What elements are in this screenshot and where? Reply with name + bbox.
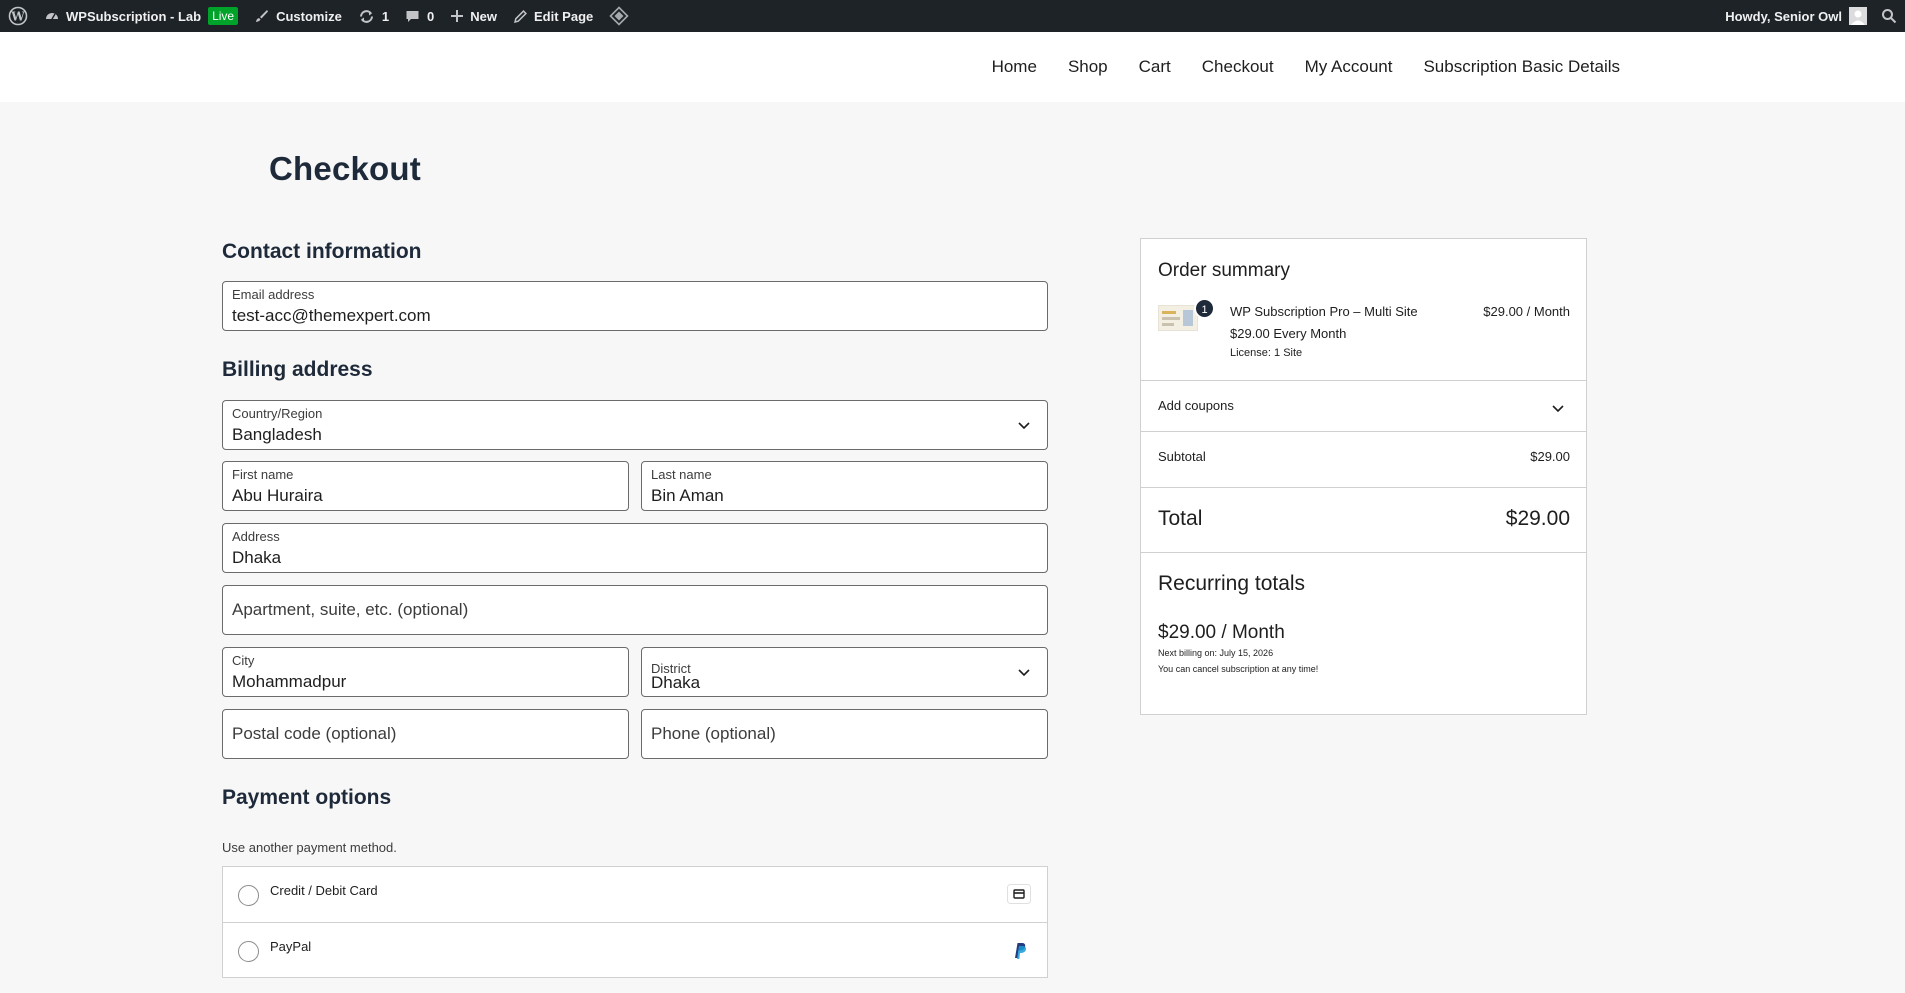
last-name-label: Last name: [651, 467, 712, 482]
divider: [1141, 552, 1586, 553]
subtotal-value: $29.00: [1530, 449, 1570, 464]
city-field[interactable]: City Mohammadpur: [222, 647, 629, 697]
first-name-label: First name: [232, 467, 294, 482]
order-summary: Order summary 1 WP Subscription Pro – Mu…: [1140, 238, 1587, 715]
email-field[interactable]: Email address test-acc@themexpert.com: [222, 281, 1048, 331]
address-value: Dhaka: [232, 548, 282, 567]
product-thumbnail: [1158, 305, 1198, 331]
district-value: Dhaka: [651, 673, 701, 692]
first-name-value: Abu Huraira: [232, 486, 323, 505]
email-label: Email address: [232, 287, 315, 302]
postal-code-placeholder: Postal code (optional): [232, 724, 397, 743]
contact-heading: Contact information: [222, 240, 422, 263]
comments-count: 0: [427, 8, 435, 24]
postal-code-field[interactable]: Postal code (optional): [222, 709, 629, 759]
address-field[interactable]: Address Dhaka: [222, 523, 1048, 573]
diamond-plugin-icon[interactable]: [601, 0, 637, 32]
recurring-price: $29.00 / Month: [1158, 622, 1285, 643]
product-name: WP Subscription Pro – Multi Site: [1230, 304, 1418, 319]
site-header: Home Shop Cart Checkout My Account Subsc…: [0, 32, 1905, 102]
next-billing-date: Next billing on: July 15, 2026: [1158, 648, 1274, 658]
customize-label: Customize: [276, 8, 342, 24]
order-summary-title: Order summary: [1158, 260, 1290, 281]
site-name-menu[interactable]: WPSubscription - Lab Live: [36, 0, 246, 32]
product-license: License: 1 Site: [1230, 347, 1303, 359]
card-radio[interactable]: [238, 885, 259, 906]
product-price: $29.00 / Month: [1483, 304, 1570, 319]
pencil-icon: [513, 9, 528, 24]
brush-icon: [254, 8, 270, 24]
address-label: Address: [232, 529, 280, 544]
updates-icon: [358, 8, 375, 25]
nav-home[interactable]: Home: [992, 57, 1037, 77]
divider: [1141, 380, 1586, 381]
payment-option-paypal[interactable]: PayPal: [223, 923, 1047, 979]
new-label: New: [470, 8, 498, 24]
apartment-placeholder: Apartment, suite, etc. (optional): [232, 600, 469, 619]
total-label: Total: [1158, 507, 1203, 530]
nav-my-account[interactable]: My Account: [1305, 57, 1393, 77]
product-billing-period: $29.00 Every Month: [1230, 326, 1347, 341]
chevron-down-icon: [1017, 419, 1031, 437]
email-value: test-acc@themexpert.com: [232, 306, 431, 325]
customize-link[interactable]: Customize: [246, 0, 350, 32]
nav-checkout[interactable]: Checkout: [1202, 57, 1274, 77]
nav-shop[interactable]: Shop: [1068, 57, 1108, 77]
paypal-icon: [1007, 940, 1031, 965]
greeting: Howdy, Senior Owl: [1725, 8, 1842, 24]
live-badge: Live: [208, 7, 239, 25]
card-label: Credit / Debit Card: [270, 883, 378, 898]
phone-placeholder: Phone (optional): [651, 724, 776, 743]
plus-icon: [450, 9, 464, 23]
admin-bar: W WPSubscription - Lab Live Customize 1: [0, 0, 1905, 32]
updates-count: 1: [381, 8, 390, 24]
district-select[interactable]: District Dhaka: [641, 647, 1048, 697]
payment-note: Use another payment method.: [222, 840, 397, 855]
paypal-radio[interactable]: [238, 941, 259, 962]
main-navigation: Home Shop Cart Checkout My Account Subsc…: [961, 32, 1620, 102]
total-value: $29.00: [1505, 507, 1570, 530]
country-value: Bangladesh: [232, 425, 322, 444]
chevron-down-icon[interactable]: [1551, 402, 1565, 420]
last-name-field[interactable]: Last name Bin Aman: [641, 461, 1048, 511]
wordpress-logo-icon[interactable]: W: [0, 0, 36, 32]
new-content-link[interactable]: New: [442, 0, 505, 32]
quantity-badge: 1: [1194, 298, 1215, 319]
cancel-note: You can cancel subscription at any time!: [1158, 664, 1319, 674]
country-select[interactable]: Country/Region Bangladesh: [222, 400, 1048, 450]
my-account-menu[interactable]: Howdy, Senior Owl: [1717, 0, 1871, 32]
divider: [1141, 487, 1586, 488]
first-name-field[interactable]: First name Abu Huraira: [222, 461, 629, 511]
divider: [1141, 431, 1586, 432]
credit-card-icon: [1007, 884, 1031, 909]
comment-icon: [405, 9, 420, 24]
country-label: Country/Region: [232, 406, 323, 421]
city-value: Mohammadpur: [232, 672, 347, 691]
comments-link[interactable]: 0: [397, 0, 442, 32]
paypal-label: PayPal: [270, 939, 312, 954]
subtotal-label: Subtotal: [1158, 449, 1206, 464]
nav-cart[interactable]: Cart: [1139, 57, 1171, 77]
billing-heading: Billing address: [222, 358, 373, 381]
payment-methods: Credit / Debit Card PayPal: [222, 866, 1048, 978]
dashboard-icon: [44, 8, 60, 24]
phone-field[interactable]: Phone (optional): [641, 709, 1048, 759]
recurring-totals-title: Recurring totals: [1158, 572, 1306, 595]
city-label: City: [232, 653, 255, 668]
edit-page-label: Edit Page: [534, 8, 594, 24]
chevron-down-icon: [1017, 666, 1031, 684]
page-title: Checkout: [269, 150, 421, 187]
avatar: [1849, 7, 1867, 25]
last-name-value: Bin Aman: [651, 486, 724, 505]
svg-text:W: W: [10, 10, 25, 24]
site-name: WPSubscription - Lab: [66, 8, 202, 24]
payment-heading: Payment options: [222, 786, 392, 809]
payment-option-card[interactable]: Credit / Debit Card: [223, 867, 1047, 923]
updates-link[interactable]: 1: [350, 0, 397, 32]
admin-search-icon[interactable]: [1871, 0, 1905, 32]
add-coupons-toggle[interactable]: Add coupons: [1158, 398, 1234, 413]
edit-page-link[interactable]: Edit Page: [505, 0, 601, 32]
nav-subscription-basic-details[interactable]: Subscription Basic Details: [1423, 57, 1620, 77]
apartment-field[interactable]: Apartment, suite, etc. (optional): [222, 585, 1048, 635]
